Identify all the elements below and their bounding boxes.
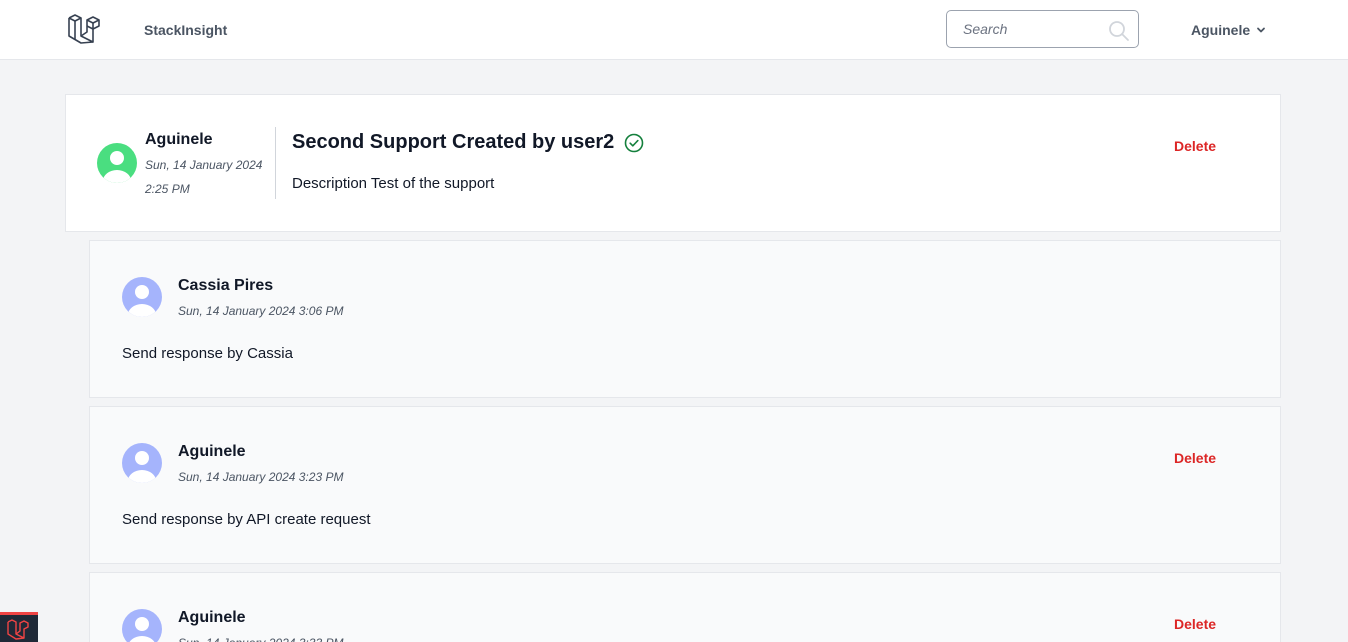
user-menu-name: Aguinele: [1191, 22, 1251, 38]
vertical-divider: [275, 127, 276, 199]
user-avatar-icon: [122, 609, 162, 642]
user-avatar-icon: [122, 443, 162, 483]
reply-content: Send response by API create request: [122, 511, 371, 528]
support-description: Description Test of the support: [292, 175, 495, 192]
user-menu[interactable]: Aguinele: [1191, 21, 1266, 39]
support-author: Aguinele: [145, 131, 213, 148]
reply-author: Aguinele: [178, 609, 246, 626]
top-navbar: StackInsight Aguinele: [0, 0, 1348, 60]
reply-author: Cassia Pires: [178, 277, 274, 294]
support-title-text: Second Support Created by user2: [292, 131, 615, 153]
support-date: Sun, 14 January 2024 2:25 PM: [145, 153, 262, 201]
reply-date: Sun, 14 January 2024 3:33 PM: [178, 631, 343, 642]
search-icon[interactable]: [1108, 20, 1130, 42]
support-delete-button[interactable]: Delete: [1174, 138, 1216, 154]
laravel-logo-icon: [7, 619, 29, 640]
debugbar-toggle[interactable]: [0, 612, 38, 642]
chevron-down-icon: [1257, 27, 1266, 33]
brand-name[interactable]: StackInsight: [144, 22, 227, 38]
reply-date: Sun, 14 January 2024 3:23 PM: [178, 470, 344, 484]
reply-delete-button[interactable]: Delete: [1174, 450, 1216, 466]
user-avatar-icon: [97, 143, 137, 183]
search-box[interactable]: [946, 10, 1139, 48]
reply-delete-button[interactable]: Delete: [1174, 616, 1216, 632]
support-title: Second Support Created by user2: [292, 131, 644, 154]
reply-date: Sun, 14 January 2024 3:06 PM: [178, 304, 344, 318]
check-circle-icon: [624, 133, 644, 152]
reply-card: Aguinele Sun, 14 January 2024 3:33 PM De…: [89, 572, 1281, 642]
reply-card: Cassia Pires Sun, 14 January 2024 3:06 P…: [89, 240, 1281, 398]
user-avatar-icon: [122, 277, 162, 317]
reply-author: Aguinele: [178, 443, 246, 460]
laravel-logo-icon[interactable]: [67, 12, 103, 46]
search-input[interactable]: [948, 12, 1098, 46]
support-date-line2: 2:25 PM: [145, 182, 190, 196]
reply-content: Send response by Cassia: [122, 345, 293, 362]
support-card: Aguinele Sun, 14 January 2024 2:25 PM Se…: [65, 94, 1281, 232]
reply-card: Aguinele Sun, 14 January 2024 3:23 PM Se…: [89, 406, 1281, 564]
support-date-line1: Sun, 14 January 2024: [145, 158, 263, 172]
